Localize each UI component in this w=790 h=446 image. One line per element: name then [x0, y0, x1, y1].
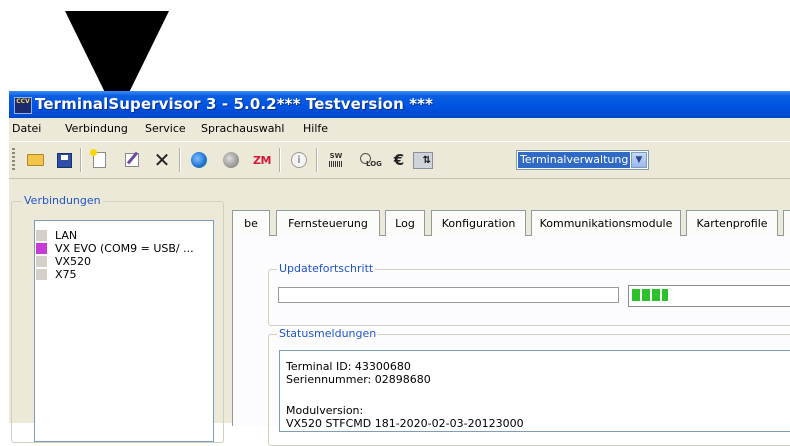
menu-bar: Datei Verbindung Service Sprachauswahl H… [9, 118, 790, 139]
status-line: VX520 STFCMD 181-2020-02-03-20123000 [286, 417, 524, 430]
swap-icon[interactable]: ⇅ [413, 150, 433, 170]
edit-icon[interactable] [122, 150, 142, 170]
info-icon[interactable]: i [289, 150, 309, 170]
log-icon[interactable]: LOG [358, 150, 382, 170]
menu-datei[interactable]: Datei [12, 122, 41, 135]
save-disk-icon[interactable] [54, 150, 74, 170]
window-title: TerminalSupervisor 3 - 5.0.2*** Testvers… [35, 95, 434, 113]
list-item[interactable]: VX EVO (COM9 = USB/ ... [35, 242, 211, 255]
connection-status-icon [36, 256, 47, 267]
title-bar[interactable]: CCV TerminalSupervisor 3 - 5.0.2*** Test… [9, 91, 790, 118]
tab-be[interactable]: be [232, 210, 270, 236]
toolbar-separator [279, 148, 281, 172]
update-progress-legend: Updatefortschritt [277, 262, 376, 275]
list-item[interactable]: X75 [35, 268, 211, 281]
menu-verbindung[interactable]: Verbindung [65, 122, 128, 135]
list-item[interactable]: VX520 [35, 255, 211, 268]
sw-icon[interactable]: SW [326, 150, 346, 170]
chevron-down-icon[interactable]: ▼ [631, 152, 647, 168]
tab-overflow[interactable] [783, 210, 790, 236]
connections-list[interactable]: LAN VX EVO (COM9 = USB/ ... VX520 X75 [34, 220, 214, 442]
tab-fernsteuerung[interactable]: Fernsteuerung [276, 210, 380, 236]
toolbar-separator [179, 148, 181, 172]
status-line: Terminal ID: 43300680 [286, 360, 411, 373]
status-line: Modulversion: [286, 404, 364, 417]
view-select-value: Terminalverwaltung [518, 152, 630, 168]
menu-service[interactable]: Service [145, 122, 186, 135]
globe-connect-icon[interactable] [189, 150, 209, 170]
list-item[interactable]: LAN [35, 229, 211, 242]
globe-disconnect-icon[interactable] [221, 150, 241, 170]
toolbar-separator [316, 148, 318, 172]
progress-fill [632, 289, 668, 301]
menu-hilfe[interactable]: Hilfe [303, 122, 328, 135]
status-messages-legend: Statusmeldungen [277, 327, 379, 340]
toolbar-grip[interactable] [12, 148, 15, 172]
connection-status-icon [36, 269, 47, 280]
zm-icon[interactable]: ZM [252, 150, 272, 170]
euro-icon[interactable]: € [389, 150, 409, 170]
menu-sprachauswahl[interactable]: Sprachauswahl [201, 122, 284, 135]
delete-icon[interactable]: ✕ [152, 150, 172, 170]
status-messages-text[interactable]: Terminal ID: 43300680 Seriennummer: 0289… [279, 350, 790, 432]
new-icon[interactable] [89, 149, 109, 170]
view-select[interactable]: Terminalverwaltung ▼ [516, 150, 649, 170]
tab-kommunikationsmodule[interactable]: Kommunikationsmodule [531, 210, 681, 236]
connection-status-icon [36, 243, 47, 254]
tab-log[interactable]: Log [385, 210, 425, 236]
open-folder-icon[interactable] [25, 150, 45, 170]
connection-status-icon [36, 230, 47, 241]
toolbar-separator [80, 148, 82, 172]
connections-legend: Verbindungen [22, 194, 103, 207]
status-line: Seriennummer: 02898680 [286, 373, 431, 386]
tab-kartenprofile[interactable]: Kartenprofile [686, 210, 778, 236]
progress-bar-current [628, 285, 790, 307]
toolbar: ✕ ZM i SW LOG € ⇅ Terminalverwaltung ▼ [9, 141, 790, 179]
app-icon: CCV [14, 97, 32, 114]
progress-bar-overall [278, 287, 619, 303]
tab-konfiguration[interactable]: Konfiguration [431, 210, 526, 236]
